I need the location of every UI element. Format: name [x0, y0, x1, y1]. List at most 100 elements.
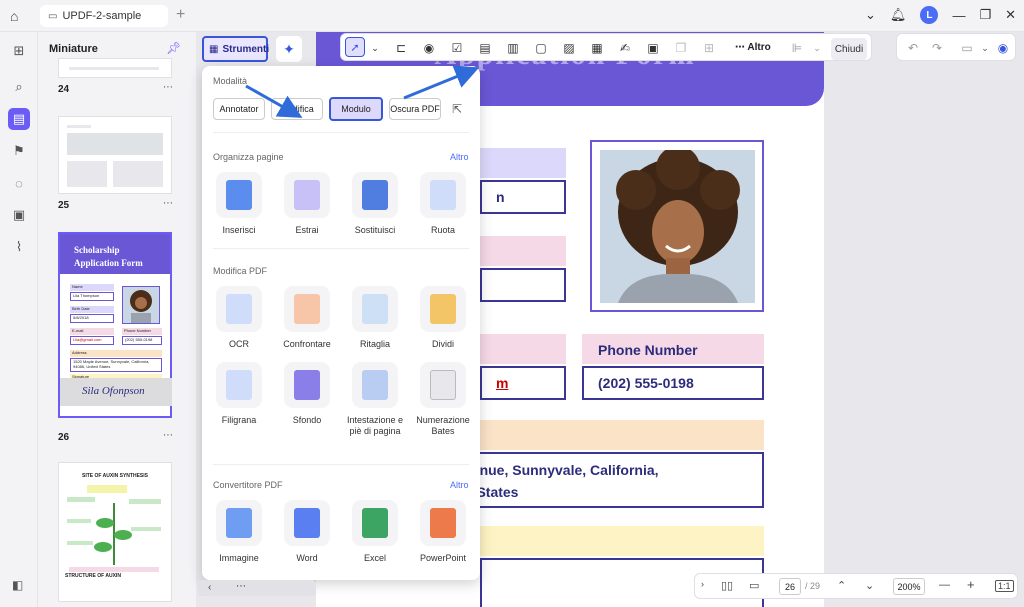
birthdate-field[interactable]	[480, 268, 566, 302]
tool-numerazione-bates[interactable]: Numerazione Bates	[413, 362, 473, 437]
tool-estrai[interactable]: Estrai	[277, 172, 337, 236]
add-tab-icon[interactable]: +	[176, 6, 185, 24]
align-grid-icon[interactable]: ⊞	[701, 40, 717, 56]
mode-annotator[interactable]: Annotator	[213, 98, 265, 120]
strumenti-button[interactable]: ▦ Strumenti	[202, 36, 269, 62]
tool-ocr[interactable]: OCR	[209, 286, 269, 350]
chevron-down-icon[interactable]: ⌄	[865, 7, 876, 23]
replace-page-icon	[352, 172, 398, 218]
redo-icon[interactable]: ↷	[929, 40, 945, 56]
signature-field-icon[interactable]: ✍	[617, 40, 633, 56]
zoom-in-icon[interactable]: +	[967, 577, 975, 592]
layers-icon[interactable]: ◧	[12, 578, 23, 592]
align-left-icon[interactable]: ⊫	[789, 40, 805, 56]
attachment-icon[interactable]: ⌇	[8, 236, 30, 258]
image-field-icon[interactable]: ▨	[561, 40, 577, 56]
tool-powerpoint[interactable]: PowerPoint	[413, 500, 473, 564]
tool-ritaglia[interactable]: Ritaglia	[345, 286, 405, 350]
thumbnail-panel: Miniature 📌︎ 24 ⋯ 25 ⋯ Scholarship Appli…	[38, 32, 196, 607]
chevron-left-icon[interactable]: ‹	[208, 582, 211, 593]
grid-icon[interactable]: ⊞	[8, 40, 30, 62]
more-icon[interactable]: ⋯	[163, 430, 173, 441]
restore-icon[interactable]: ❐	[979, 7, 991, 23]
actual-size-icon[interactable]: 1:1	[995, 580, 1014, 592]
name-field[interactable]: n	[480, 180, 566, 214]
ai-assistant-icon[interactable]: ◉	[995, 40, 1011, 56]
thumbnail-page-27[interactable]: SITE OF AUXIN SYNTHESIS STRUCTURE OF AUX…	[58, 462, 172, 602]
tool-dividi[interactable]: Dividi	[413, 286, 473, 350]
mode-modifica[interactable]: Modifica	[271, 98, 323, 120]
digital-signature-icon[interactable]: ▣	[645, 40, 661, 56]
thumbnail-page-25[interactable]	[58, 116, 172, 194]
name-label-bar	[480, 148, 566, 178]
ai-sparkle-icon[interactable]: ✦	[276, 36, 302, 62]
list-box-icon[interactable]: ▥	[505, 40, 521, 56]
cursor-icon[interactable]: ➚	[345, 37, 365, 57]
convert-title: Convertitore PDF	[213, 480, 283, 490]
pin-icon[interactable]: 📌︎	[166, 41, 181, 55]
thumbnail-page-24[interactable]	[58, 58, 172, 78]
chevron-right-icon[interactable]: ›	[701, 579, 704, 589]
phone-field[interactable]: (202) 555-0198	[582, 366, 764, 400]
button-field-icon[interactable]: ▢	[533, 40, 549, 56]
tool-sostituisci[interactable]: Sostituisci	[345, 172, 405, 236]
address-line-1: venue, Sunnyvale, California,	[464, 462, 659, 478]
radio-button-icon[interactable]: ◉	[421, 40, 437, 56]
minimize-icon[interactable]: —	[952, 8, 965, 23]
bell-icon[interactable]: 🔔︎	[890, 7, 907, 23]
more-icon[interactable]: ⋯	[236, 581, 246, 592]
pages-icon[interactable]: ▤	[8, 108, 30, 130]
chiudi-button[interactable]: Chiudi	[831, 38, 867, 60]
avatar[interactable]: L	[920, 6, 939, 24]
page-number-input[interactable]: 26	[779, 578, 801, 595]
altro-button[interactable]: ⋯ Altro	[735, 42, 771, 53]
mode-oscura-pdf[interactable]: Oscura PDF	[389, 98, 441, 120]
page-layout-icon[interactable]: ▯▯	[721, 579, 733, 592]
bookmark-icon[interactable]: ⚑	[8, 140, 30, 162]
external-link-icon[interactable]: ⇱	[452, 102, 462, 116]
address-field[interactable]: venue, Sunnyvale, California, d States	[450, 452, 764, 508]
tool-sfondo[interactable]: Sfondo	[277, 362, 337, 426]
tool-immagine[interactable]: Immagine	[209, 500, 269, 564]
more-icon[interactable]: ⋯	[163, 198, 173, 209]
tool-ruota[interactable]: Ruota	[413, 172, 473, 236]
compare-icon	[284, 286, 330, 332]
duplicate-icon[interactable]: ❐	[673, 40, 689, 56]
zoom-level[interactable]: 200%	[893, 578, 925, 595]
thumbnail-navigation: ‹ ⋯	[198, 580, 316, 596]
checkbox-icon[interactable]: ☑	[449, 40, 465, 56]
chevron-up-icon[interactable]: ⌃	[837, 579, 846, 592]
mode-modulo[interactable]: Modulo	[329, 97, 383, 121]
signature-overlay: Sila Ofonpson	[60, 378, 172, 406]
date-field-icon[interactable]: ▦	[589, 40, 605, 56]
organizza-more-link[interactable]: Altro	[450, 152, 469, 162]
save-icon[interactable]: ▭	[959, 40, 975, 56]
comment-icon[interactable]: ◌	[8, 172, 30, 194]
email-field[interactable]: m	[480, 366, 566, 400]
text-field-icon[interactable]: ⊏	[393, 40, 409, 56]
home-icon[interactable]: ⌂	[10, 8, 28, 26]
stamp-icon[interactable]: ▣	[8, 204, 30, 226]
chevron-down-icon[interactable]: ⌄	[367, 40, 383, 56]
convert-more-link[interactable]: Altro	[450, 480, 469, 490]
powerpoint-icon	[420, 500, 466, 546]
chevron-down-icon[interactable]: ⌄	[865, 579, 874, 592]
dropdown-field-icon[interactable]: ▤	[477, 40, 493, 56]
tool-excel[interactable]: Excel	[345, 500, 405, 564]
tool-filigrana[interactable]: Filigrana	[209, 362, 269, 426]
search-icon[interactable]: ⌕	[8, 76, 30, 98]
presentation-icon[interactable]: ▭	[749, 579, 759, 592]
thumb-photo	[130, 290, 152, 323]
tool-confrontare[interactable]: Confrontare	[277, 286, 337, 350]
tool-inserisci[interactable]: Inserisci	[209, 172, 269, 236]
document-tab[interactable]: ▭ UPDF-2-sample	[40, 5, 168, 27]
chevron-down-icon[interactable]: ⌄	[977, 40, 993, 56]
undo-icon[interactable]: ↶	[905, 40, 921, 56]
page-number: 25	[58, 200, 70, 211]
tool-word[interactable]: Word	[277, 500, 337, 564]
more-icon[interactable]: ⋯	[163, 82, 173, 93]
tool-intestazione[interactable]: Intestazione e piè di pagina	[345, 362, 405, 437]
chevron-down-icon[interactable]: ⌄	[809, 40, 825, 56]
close-icon[interactable]: ✕	[1005, 7, 1016, 23]
zoom-out-icon[interactable]: —	[939, 579, 950, 591]
